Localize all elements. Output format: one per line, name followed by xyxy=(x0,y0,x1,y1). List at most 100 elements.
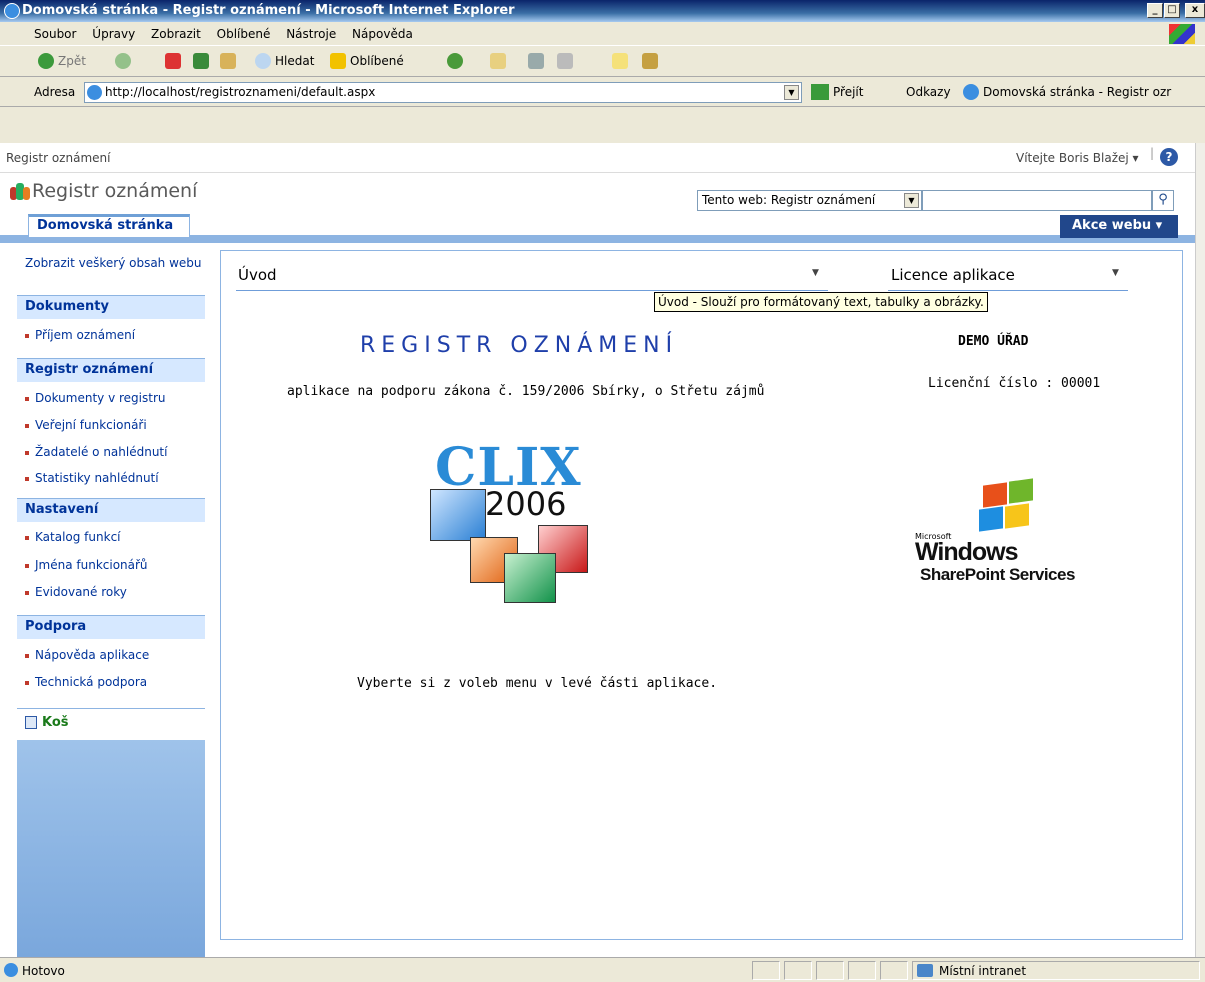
refresh-icon[interactable] xyxy=(193,53,209,69)
webpart-menu-uvod-icon[interactable]: ▼ xyxy=(812,268,819,278)
maximize-button[interactable]: □ xyxy=(1164,3,1180,18)
forward-icon[interactable] xyxy=(115,53,131,69)
scope-dropdown-icon[interactable]: ▼ xyxy=(904,193,919,208)
discuss-icon[interactable] xyxy=(612,53,628,69)
search-input[interactable] xyxy=(922,190,1152,211)
history-icon[interactable] xyxy=(447,53,463,69)
address-url: http://localhost/registroznameni/default… xyxy=(105,85,376,99)
search-go-icon[interactable]: ⚲ xyxy=(1152,190,1174,211)
menu-soubor[interactable]: Soubor xyxy=(28,22,82,46)
link-page-icon xyxy=(963,84,979,100)
status-cell xyxy=(784,961,812,980)
tooltip: Úvod - Slouží pro formátovaný text, tabu… xyxy=(654,292,988,312)
ql-item-jmena[interactable]: Jména funkcionářů xyxy=(17,558,205,572)
go-arrow-icon[interactable] xyxy=(811,84,829,100)
ql-heading-nastaveni[interactable]: Nastavení xyxy=(17,498,205,522)
sharepoint-global-bar: Registr oznámení Vítejte Boris Blažej ▾ … xyxy=(0,143,1195,173)
bullet-icon xyxy=(25,476,29,481)
ql-item-zadatele[interactable]: Žadatelé o nahlédnutí xyxy=(17,445,205,459)
quick-launch-background xyxy=(17,740,205,957)
webpart-divider-uvod xyxy=(236,290,828,291)
site-actions-button[interactable]: Akce webu ▾ xyxy=(1060,215,1178,238)
view-all-content-link[interactable]: Zobrazit veškerý obsah webu xyxy=(17,256,205,271)
menu-napoveda[interactable]: Nápověda xyxy=(346,22,419,46)
bullet-icon xyxy=(25,333,29,338)
back-icon[interactable] xyxy=(38,53,54,69)
back-button[interactable]: Zpět xyxy=(58,54,86,68)
links-label[interactable]: Odkazy xyxy=(906,85,951,99)
sharepoint-services-text: SharePoint Services xyxy=(920,565,1075,584)
status-bar: Hotovo Místní intranet xyxy=(0,957,1205,982)
menu-nastroje[interactable]: Nástroje xyxy=(280,22,342,46)
window-title-bar[interactable]: Domovská stránka - Registr oznámení - Mi… xyxy=(0,0,1205,22)
bullet-icon xyxy=(25,563,29,568)
address-dropdown-icon[interactable]: ▼ xyxy=(784,85,799,100)
ql-item-katalog[interactable]: Katalog funkcí xyxy=(17,530,205,544)
address-input[interactable]: http://localhost/registroznameni/default… xyxy=(84,82,802,103)
ql-heading-podpora[interactable]: Podpora xyxy=(17,615,205,639)
stop-icon[interactable] xyxy=(165,53,181,69)
ql-heading-registr[interactable]: Registr oznámení xyxy=(17,358,205,382)
status-cell xyxy=(880,961,908,980)
bullet-icon xyxy=(25,653,29,658)
search-scope-select[interactable]: Tento web: Registr oznámení ▼ xyxy=(697,190,922,211)
separator: | xyxy=(1150,146,1155,160)
menu-oblibene[interactable]: Oblíbené xyxy=(211,22,277,46)
status-text: Hotovo xyxy=(22,964,65,978)
favorite-link-home[interactable]: Domovská stránka - Registr ozr xyxy=(983,85,1171,99)
status-cell xyxy=(752,961,780,980)
quick-launch: Zobrazit veškerý obsah webu Dokumenty Př… xyxy=(17,250,205,957)
webpart-menu-licence-icon[interactable]: ▼ xyxy=(1112,268,1119,278)
ie-app-icon xyxy=(4,3,20,19)
search-icon[interactable] xyxy=(255,53,271,69)
vertical-scrollbar[interactable] xyxy=(1195,143,1205,957)
status-cell xyxy=(848,961,876,980)
bullet-icon xyxy=(25,680,29,685)
close-button[interactable]: x xyxy=(1185,3,1205,18)
search-button[interactable]: Hledat xyxy=(275,54,314,68)
edit-icon[interactable] xyxy=(557,53,573,69)
page-status-icon xyxy=(4,963,18,977)
ql-item-evidovane[interactable]: Evidované roky xyxy=(17,585,205,599)
tab-home[interactable]: Domovská stránka xyxy=(28,214,190,237)
webpart-title-licence[interactable]: Licence aplikace xyxy=(891,266,1015,284)
window-title: Domovská stránka - Registr oznámení - Mi… xyxy=(22,3,515,18)
instruction-text: Vyberte si z voleb menu v levé části apl… xyxy=(357,676,718,691)
print-icon[interactable] xyxy=(528,53,544,69)
recycle-bin-link[interactable]: Koš xyxy=(17,708,205,740)
organization-name: DEMO ÚŘAD xyxy=(958,334,1029,349)
webpart-divider-licence xyxy=(888,290,1128,291)
ql-heading-dokumenty[interactable]: Dokumenty xyxy=(17,295,205,319)
ql-item-statistiky[interactable]: Statistiky nahlédnutí xyxy=(17,471,205,485)
help-icon[interactable]: ? xyxy=(1160,148,1178,166)
webpart-title-uvod[interactable]: Úvod xyxy=(238,266,277,284)
standard-toolbar: Zpět Hledat Oblíbené xyxy=(0,47,1205,77)
minimize-button[interactable]: _ xyxy=(1147,3,1163,18)
mail-icon[interactable] xyxy=(490,53,506,69)
recycle-bin-icon xyxy=(25,716,37,729)
ql-item-technicka[interactable]: Technická podpora xyxy=(17,675,205,689)
ql-item-dokumenty-registru[interactable]: Dokumenty v registru xyxy=(17,391,205,405)
ql-item-napoveda[interactable]: Nápověda aplikace xyxy=(17,648,205,662)
research-icon[interactable] xyxy=(642,53,658,69)
app-title: REGISTR OZNÁMENÍ xyxy=(360,333,679,358)
site-people-icon xyxy=(10,183,30,201)
address-bar: Adresa http://localhost/registroznameni/… xyxy=(0,77,1205,107)
menu-bar: Soubor Úpravy Zobrazit Oblíbené Nástroje… xyxy=(0,22,1205,46)
favorites-button[interactable]: Oblíbené xyxy=(350,54,404,68)
intranet-icon xyxy=(917,964,933,977)
menu-upravy[interactable]: Úpravy xyxy=(86,22,141,46)
status-cell xyxy=(816,961,844,980)
ql-item-prijem[interactable]: Příjem oznámení xyxy=(17,328,205,342)
favorites-star-icon[interactable] xyxy=(330,53,346,69)
bullet-icon xyxy=(25,590,29,595)
search-scope-value: Tento web: Registr oznámení xyxy=(702,193,876,207)
go-button[interactable]: Přejít xyxy=(833,85,863,99)
site-title[interactable]: Registr oznámení xyxy=(32,180,197,202)
global-breadcrumb[interactable]: Registr oznámení xyxy=(6,151,110,165)
home-icon[interactable] xyxy=(220,53,236,69)
bullet-icon xyxy=(25,396,29,401)
menu-zobrazit[interactable]: Zobrazit xyxy=(145,22,207,46)
ql-item-verejni[interactable]: Veřejní funkcionáři xyxy=(17,418,205,432)
welcome-menu[interactable]: Vítejte Boris Blažej ▾ xyxy=(1016,151,1139,165)
